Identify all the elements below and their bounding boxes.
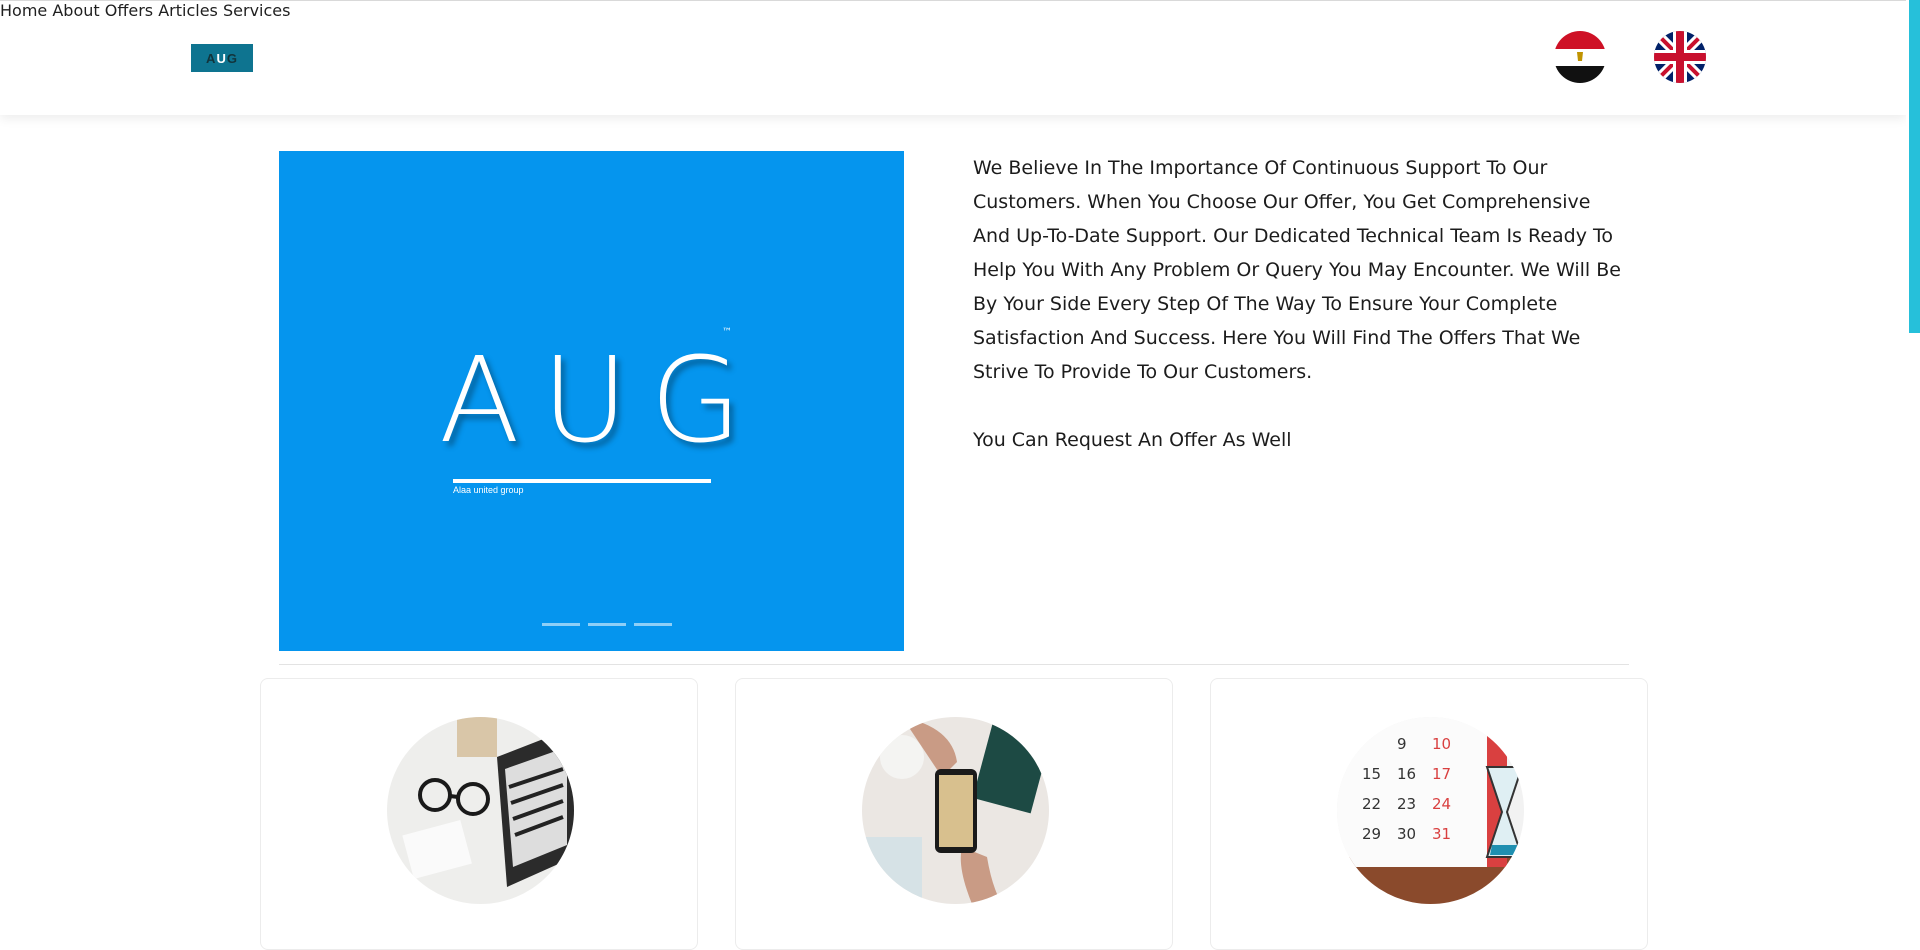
slide-aug-logo: AUG bbox=[439, 331, 764, 469]
nav-about[interactable]: About bbox=[52, 1, 99, 20]
svg-text:9: 9 bbox=[1397, 735, 1407, 753]
svg-text:16: 16 bbox=[1397, 765, 1416, 783]
svg-text:22: 22 bbox=[1362, 795, 1381, 813]
offer-card-2[interactable] bbox=[735, 678, 1173, 950]
offer-card-1[interactable] bbox=[260, 678, 698, 950]
slider-indicators bbox=[542, 623, 672, 626]
nav-home[interactable]: Home bbox=[0, 1, 47, 20]
request-offer-text: You Can Request An Offer As Well bbox=[973, 429, 1292, 451]
svg-text:31: 31 bbox=[1432, 825, 1451, 843]
section-divider bbox=[279, 664, 1629, 665]
offer-card-3[interactable]: 9 10 15 16 17 22 23 24 29 30 31 bbox=[1210, 678, 1648, 950]
egypt-flag-icon[interactable] bbox=[1554, 31, 1606, 83]
svg-text:15: 15 bbox=[1362, 765, 1381, 783]
uk-flag-icon[interactable] bbox=[1654, 31, 1706, 83]
slide-indicator-3[interactable] bbox=[634, 623, 672, 626]
calendar-hourglass-image: 9 10 15 16 17 22 23 24 29 30 31 bbox=[1337, 717, 1524, 904]
intro-text-block: We Believe In The Importance Of Continuo… bbox=[973, 151, 1633, 457]
svg-text:24: 24 bbox=[1432, 795, 1451, 813]
intro-paragraph: We Believe In The Importance Of Continuo… bbox=[973, 157, 1621, 383]
slide-tagline: Alaa united group bbox=[453, 485, 524, 495]
site-header: AUG Home About Offers Articles Services bbox=[0, 0, 1906, 115]
svg-text:30: 30 bbox=[1397, 825, 1416, 843]
svg-text:23: 23 bbox=[1397, 795, 1416, 813]
logo-underline bbox=[453, 479, 711, 483]
scrollbar-thumb[interactable] bbox=[1909, 0, 1920, 333]
phone-hands-image bbox=[862, 717, 1049, 904]
slide-indicator-1[interactable] bbox=[542, 623, 580, 626]
svg-text:10: 10 bbox=[1432, 735, 1451, 753]
nav-services[interactable]: Services bbox=[223, 1, 290, 20]
svg-text:17: 17 bbox=[1432, 765, 1451, 783]
page-scrollbar[interactable] bbox=[1906, 0, 1920, 935]
nav-articles[interactable]: Articles bbox=[158, 1, 218, 20]
slide-indicator-2[interactable] bbox=[588, 623, 626, 626]
hero-slider[interactable]: AUG ™ Alaa united group bbox=[279, 151, 904, 651]
logo-letter-g: G bbox=[226, 50, 238, 66]
laptop-glasses-image bbox=[387, 717, 574, 904]
logo-letter-a: A bbox=[206, 50, 217, 66]
trademark-mark: ™ bbox=[722, 327, 732, 338]
nav-offers[interactable]: Offers bbox=[105, 1, 153, 20]
site-logo[interactable]: AUG bbox=[191, 44, 253, 72]
logo-letter-u: U bbox=[216, 50, 227, 66]
svg-text:29: 29 bbox=[1362, 825, 1381, 843]
